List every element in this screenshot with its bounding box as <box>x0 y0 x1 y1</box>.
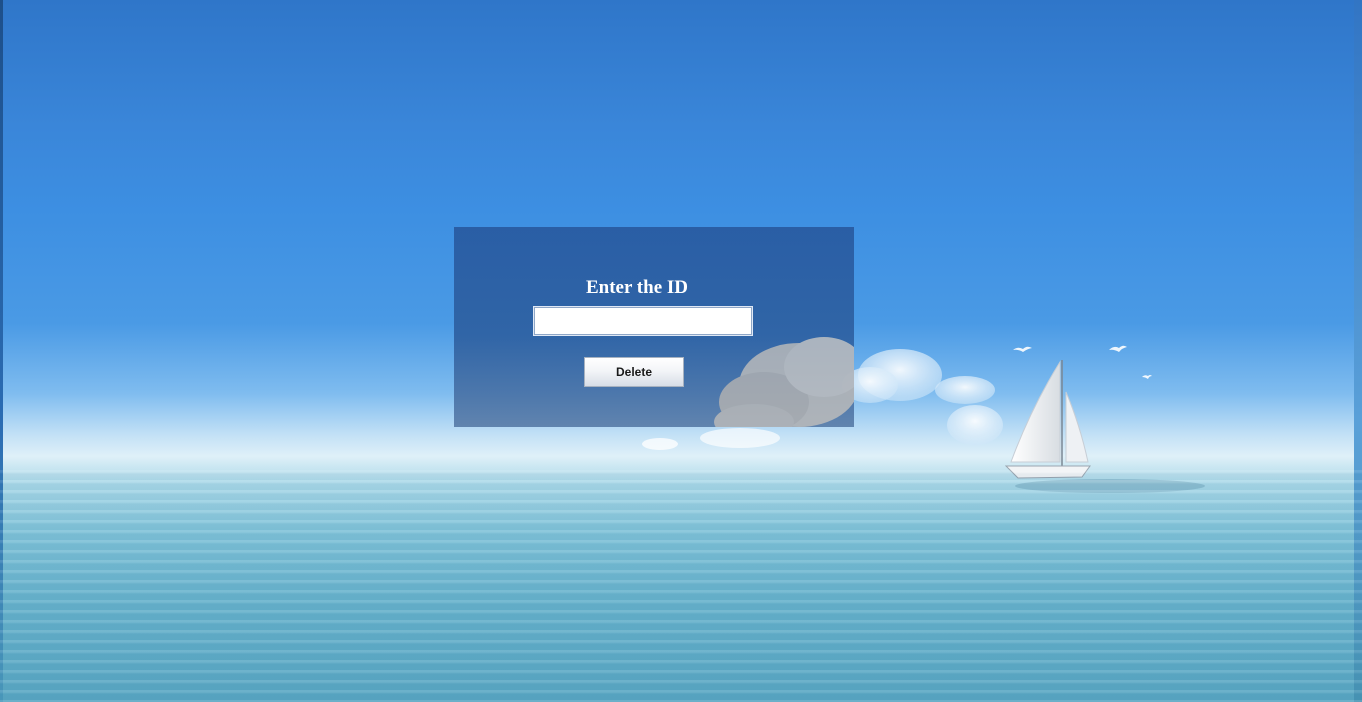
dialog-title: Enter the ID <box>585 277 689 298</box>
delete-dialog: Enter the ID Delete <box>454 227 854 427</box>
id-input[interactable] <box>533 306 753 336</box>
seagull-group <box>1013 345 1152 379</box>
sailboat-group <box>1004 360 1205 493</box>
delete-button[interactable]: Delete <box>584 357 684 387</box>
desktop-background: Enter the ID Delete <box>0 0 1362 702</box>
